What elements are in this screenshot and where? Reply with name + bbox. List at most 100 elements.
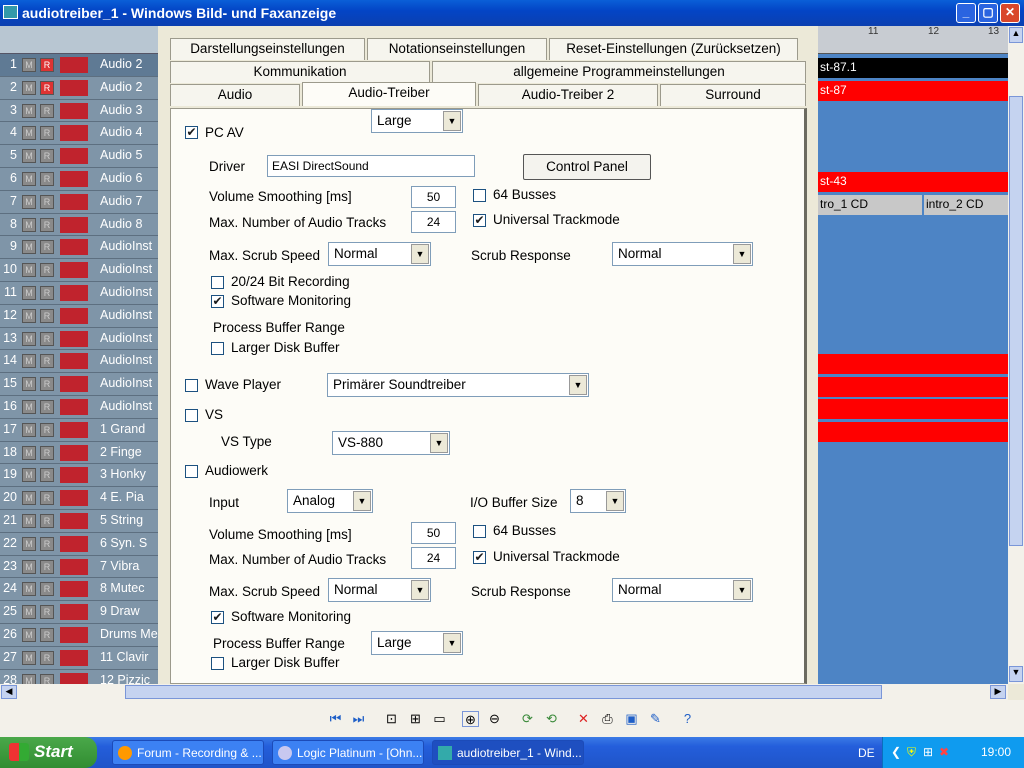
- track-row[interactable]: 1 M R Audio 2: [0, 54, 158, 77]
- record-button[interactable]: R: [40, 331, 54, 346]
- aw-scrub-response-select[interactable]: Normal ▼: [612, 578, 753, 602]
- track-row[interactable]: 3 M R Audio 3: [0, 100, 158, 123]
- dropdown-arrow-icon[interactable]: ▼: [353, 491, 371, 511]
- region[interactable]: intro_2 CD: [924, 195, 1008, 215]
- scroll-down-icon[interactable]: ▼: [1009, 666, 1023, 682]
- tab-kommunikation[interactable]: Kommunikation: [170, 61, 430, 83]
- mute-button[interactable]: M: [22, 80, 36, 95]
- mute-button[interactable]: M: [22, 627, 36, 642]
- tab-allgemeine-programmeinstellungen[interactable]: allgemeine Programmeinstellungen: [432, 61, 806, 83]
- aw-volume-smoothing-field[interactable]: 50: [411, 522, 456, 544]
- mute-button[interactable]: M: [22, 513, 36, 528]
- tab-audio-treiber[interactable]: Audio-Treiber: [302, 82, 476, 106]
- mute-button[interactable]: M: [22, 240, 36, 255]
- mute-button[interactable]: M: [22, 217, 36, 232]
- region[interactable]: st-87: [818, 81, 1008, 101]
- scroll-right-icon[interactable]: ▶: [990, 685, 1006, 699]
- horizontal-scrollbar[interactable]: ◀ ▶: [0, 684, 1008, 700]
- record-button[interactable]: R: [40, 240, 54, 255]
- region-bar[interactable]: [818, 354, 1008, 374]
- dropdown-arrow-icon[interactable]: ▼: [430, 433, 448, 453]
- record-button[interactable]: R: [40, 627, 54, 642]
- mute-button[interactable]: M: [22, 673, 36, 684]
- tab-audio-treiber-2[interactable]: Audio-Treiber 2: [478, 84, 658, 106]
- record-button[interactable]: R: [40, 422, 54, 437]
- timeline-ruler[interactable]: 11 12 13: [818, 26, 1008, 54]
- region[interactable]: st-87.1: [818, 58, 1008, 78]
- mute-button[interactable]: M: [22, 331, 36, 346]
- mute-button[interactable]: M: [22, 308, 36, 323]
- next-image-icon[interactable]: ⏭: [350, 711, 367, 727]
- track-row[interactable]: 21 M R 5 String: [0, 510, 158, 533]
- mute-button[interactable]: M: [22, 399, 36, 414]
- tray-expand-icon[interactable]: ❮: [891, 745, 901, 759]
- record-button[interactable]: R: [40, 194, 54, 209]
- track-row[interactable]: 25 M R 9 Draw: [0, 601, 158, 624]
- track-row[interactable]: 18 M R 2 Finge: [0, 442, 158, 465]
- 64-busses-checkbox[interactable]: [473, 189, 486, 202]
- dropdown-arrow-icon[interactable]: ▼: [443, 633, 461, 653]
- dropdown-arrow-icon[interactable]: ▼: [733, 244, 751, 264]
- record-button[interactable]: R: [40, 103, 54, 118]
- rotate-clockwise-icon[interactable]: ⟳: [519, 711, 536, 727]
- aw-process-buffer-range-select[interactable]: Large ▼: [371, 631, 463, 655]
- taskbar-item-logic[interactable]: Logic Platinum - [Ohn...: [272, 740, 424, 765]
- track-row[interactable]: 27 M R 11 Clavir: [0, 647, 158, 670]
- driver-field[interactable]: EASI DirectSound: [267, 155, 475, 177]
- tab-darstellungseinstellungen[interactable]: Darstellungseinstellungen: [170, 38, 365, 60]
- record-button[interactable]: R: [40, 377, 54, 392]
- scrub-response-select[interactable]: Normal ▼: [612, 242, 753, 266]
- help-icon[interactable]: ?: [679, 711, 696, 727]
- pcav-checkbox[interactable]: ✔: [185, 126, 198, 139]
- record-button[interactable]: R: [40, 605, 54, 620]
- vs-type-select[interactable]: VS-880 ▼: [332, 431, 450, 455]
- max-audio-tracks-field[interactable]: 24: [411, 211, 456, 233]
- track-row[interactable]: 28 M R 12 Pizzic: [0, 670, 158, 684]
- audiowerk-checkbox[interactable]: [185, 465, 198, 478]
- process-buffer-range-select[interactable]: Large ▼: [371, 109, 463, 133]
- track-row[interactable]: 10 M R AudioInst: [0, 259, 158, 282]
- record-button[interactable]: R: [40, 80, 54, 95]
- volume-smoothing-field[interactable]: 50: [411, 186, 456, 208]
- max-scrub-speed-select[interactable]: Normal ▼: [328, 242, 431, 266]
- region-bar[interactable]: [818, 377, 1008, 397]
- bit-recording-checkbox[interactable]: [211, 276, 224, 289]
- region[interactable]: st-43: [818, 172, 1008, 192]
- track-row[interactable]: 26 M R Drums Me: [0, 624, 158, 647]
- track-row[interactable]: 2 M R Audio 2: [0, 77, 158, 100]
- track-row[interactable]: 6 M R Audio 6: [0, 168, 158, 191]
- aw-larger-disk-buffer-checkbox[interactable]: [211, 657, 224, 670]
- record-button[interactable]: R: [40, 491, 54, 506]
- minimize-button[interactable]: _: [956, 3, 976, 23]
- scroll-thumb[interactable]: [1009, 96, 1023, 546]
- mute-button[interactable]: M: [22, 171, 36, 186]
- record-button[interactable]: R: [40, 126, 54, 141]
- record-button[interactable]: R: [40, 445, 54, 460]
- aw-universal-trackmode-checkbox[interactable]: ✔: [473, 551, 486, 564]
- track-row[interactable]: 23 M R 7 Vibra: [0, 556, 158, 579]
- antivirus-icon[interactable]: ✖: [939, 745, 949, 759]
- best-fit-icon[interactable]: ⊡: [383, 711, 400, 727]
- mute-button[interactable]: M: [22, 445, 36, 460]
- record-button[interactable]: R: [40, 58, 54, 72]
- previous-image-icon[interactable]: ⏮: [327, 711, 344, 727]
- mute-button[interactable]: M: [22, 126, 36, 141]
- mute-button[interactable]: M: [22, 58, 36, 72]
- save-icon[interactable]: ▣: [623, 711, 640, 727]
- track-row[interactable]: 7 M R Audio 7: [0, 191, 158, 214]
- scroll-up-icon[interactable]: ▲: [1009, 27, 1023, 43]
- record-button[interactable]: R: [40, 285, 54, 300]
- network-icon[interactable]: ⊞: [923, 745, 933, 759]
- dropdown-arrow-icon[interactable]: ▼: [606, 491, 624, 511]
- record-button[interactable]: R: [40, 513, 54, 528]
- track-row[interactable]: 9 M R AudioInst: [0, 236, 158, 260]
- scroll-left-icon[interactable]: ◀: [1, 685, 17, 699]
- record-button[interactable]: R: [40, 308, 54, 323]
- track-row[interactable]: 19 M R 3 Honky: [0, 464, 158, 488]
- record-button[interactable]: R: [40, 559, 54, 574]
- record-button[interactable]: R: [40, 263, 54, 278]
- track-row[interactable]: 13 M R AudioInst: [0, 328, 158, 351]
- taskbar-item-forum[interactable]: Forum - Recording & ...: [112, 740, 264, 765]
- aw-max-scrub-speed-select[interactable]: Normal ▼: [328, 578, 431, 602]
- zoom-out-icon[interactable]: ⊖: [486, 711, 503, 727]
